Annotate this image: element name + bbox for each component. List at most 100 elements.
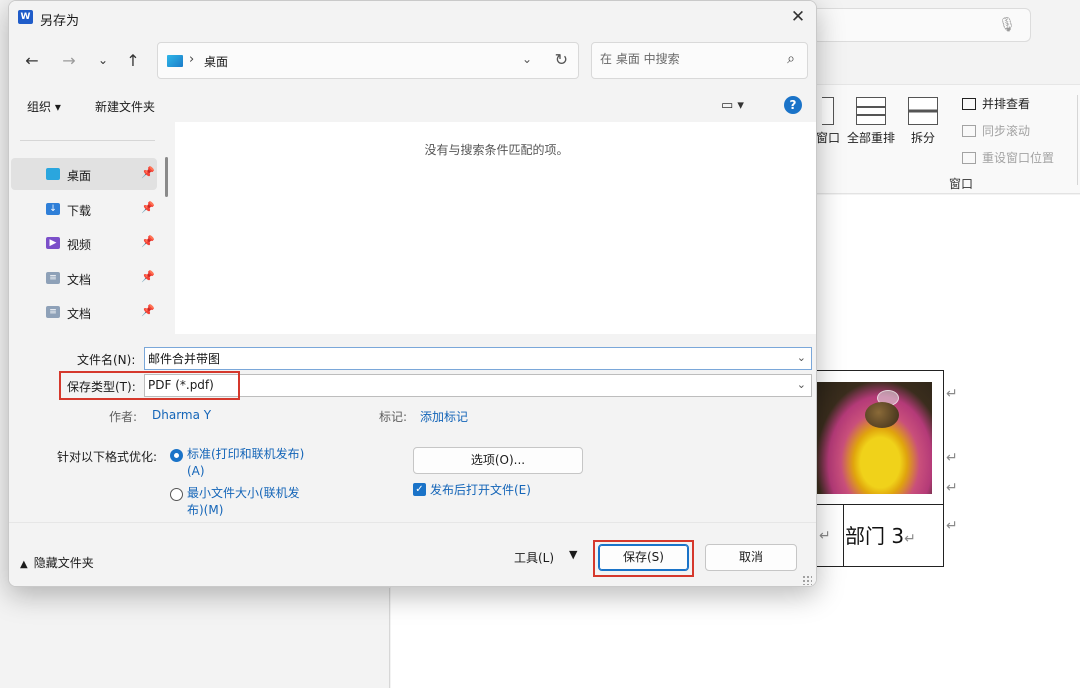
organize-menu[interactable]: 组织 ▾ (27, 98, 61, 115)
dialog-title: 另存为 (40, 14, 80, 29)
tools-menu[interactable]: 工具(L) (514, 549, 554, 566)
author-value[interactable]: Dharma Y (152, 408, 211, 422)
ribbon-group-label: 窗口 (949, 177, 974, 191)
new-folder-button[interactable]: 新建文件夹 (95, 98, 155, 115)
desktop-icon (46, 168, 60, 180)
refresh-icon[interactable]: ↻ (555, 50, 568, 69)
help-icon[interactable]: ? (784, 96, 802, 114)
paragraph-mark-icon: ↵ (946, 480, 958, 496)
recent-locations-chevron-icon[interactable]: ⌄ (93, 53, 113, 67)
desktop-folder-icon (167, 55, 183, 67)
filename-input[interactable] (148, 351, 768, 365)
open-after-publish-checkbox[interactable]: ✓ (413, 483, 426, 496)
address-bar[interactable]: › 桌面 ⌄ ↻ (157, 42, 579, 79)
microphone-icon[interactable]: 🎙 (998, 17, 1016, 33)
pin-icon[interactable]: 📌 (141, 304, 155, 317)
chevron-down-icon[interactable]: ⌄ (797, 378, 806, 391)
table-border (943, 370, 944, 567)
paragraph-mark-icon: ↵ (946, 450, 958, 466)
sidebar-item-5[interactable]: ≡ 文档 📌 (11, 296, 157, 328)
table-border (817, 504, 944, 505)
search-box[interactable]: ⌕ (591, 42, 808, 79)
pin-icon[interactable]: 📌 (141, 235, 155, 248)
ribbon-sync-scroll-button[interactable]: 同步滚动 (962, 122, 1030, 139)
ribbon-split-button[interactable]: 拆分 (905, 97, 941, 146)
view-options-icon[interactable]: ▭ ▾ (721, 98, 744, 113)
chevron-down-icon[interactable]: ⌄ (797, 351, 806, 364)
filename-field[interactable]: ⌄ (144, 347, 812, 370)
cancel-button[interactable]: 取消 (705, 544, 797, 571)
sidebar-item-label: 文档 (67, 272, 92, 287)
dialog-titlebar[interactable]: W 另存为 ✕ (9, 1, 816, 34)
ribbon-new-window-button[interactable]: 窗口 (815, 97, 841, 146)
sidebar-item-4[interactable]: ≡ 文档 📌 (11, 262, 157, 294)
up-arrow-icon[interactable]: ↑ (123, 51, 143, 70)
paragraph-mark-icon: ↵ (946, 386, 958, 402)
save-button[interactable]: 保存(S) (598, 544, 689, 571)
sidebar-item-1[interactable]: 桌面 📌 (11, 158, 157, 190)
sidebar-item-label: 桌面 (67, 169, 92, 183)
ribbon-side-by-side-button[interactable]: 并排查看 (962, 95, 1030, 112)
navigation-pane: 桌面 📌 ↓ 下载 📌 ▶ 视频 📌 ≡ 文档 📌 ≡ 文档 📌 (9, 122, 175, 334)
ribbon-arrange-all-button[interactable]: 全部重排 (845, 97, 897, 146)
radio-minimum-size[interactable] (170, 488, 183, 501)
paragraph-mark-icon: ↵ (904, 531, 916, 547)
resize-grip-icon[interactable] (802, 575, 812, 585)
highlight-box-save-type (59, 371, 240, 400)
back-arrow-icon[interactable]: ← (22, 51, 42, 70)
breadcrumb-separator-icon: › (189, 52, 195, 67)
filename-label: 文件名(N): (77, 353, 136, 367)
window-icon (822, 97, 834, 125)
pin-icon[interactable]: 📌 (141, 201, 155, 214)
sidebar-item-label: 文档 (67, 307, 92, 321)
reset-position-icon (962, 152, 976, 164)
search-input[interactable] (600, 52, 770, 66)
hide-folders-toggle[interactable]: ▲ 隐藏文件夹 (20, 554, 94, 571)
pin-icon[interactable]: 📌 (141, 166, 155, 179)
radio-standard-label[interactable]: 标准(打印和联机发布) (A) (187, 446, 304, 480)
optimize-label: 针对以下格式优化: (57, 450, 158, 464)
options-button[interactable]: 选项(O)... (413, 447, 583, 474)
pin-icon[interactable]: 📌 (141, 270, 155, 283)
tools-dropdown-icon[interactable]: ▼ (569, 548, 577, 561)
navigation-bar: ← → ⌄ ↑ › 桌面 ⌄ ↻ ⌕ (9, 34, 816, 89)
pane-scrollbar[interactable] (165, 157, 168, 197)
forward-arrow-icon[interactable]: → (59, 51, 79, 70)
ribbon-divider (1077, 95, 1078, 185)
add-tags-link[interactable]: 添加标记 (420, 408, 468, 425)
close-button[interactable]: ✕ (780, 1, 816, 34)
command-bar: 组织 ▾ 新建文件夹 ▭ ▾ ? (9, 89, 816, 122)
empty-message: 没有与搜索条件匹配的项。 (424, 143, 569, 157)
radio-standard[interactable] (170, 449, 183, 462)
table-border (817, 370, 944, 371)
ribbon-reset-position-button[interactable]: 重设窗口位置 (962, 149, 1054, 166)
paragraph-mark-icon: ↵ (946, 518, 958, 534)
save-type-select[interactable]: PDF (*.pdf) ⌄ (144, 374, 812, 397)
tags-label: 标记: (379, 410, 408, 424)
side-by-side-icon (962, 98, 976, 110)
arrange-all-icon (856, 97, 886, 125)
radio-minimum-size-label[interactable]: 最小文件大小(联机发 布)(M) (187, 485, 300, 519)
author-label: 作者: (109, 410, 138, 424)
document-icon: ≡ (46, 271, 60, 284)
dialog-footer: ▲ 隐藏文件夹 工具(L) ▼ 保存(S) 取消 (9, 522, 816, 586)
chevron-down-icon[interactable]: ⌄ (522, 52, 532, 66)
paragraph-mark-icon: ↵ (819, 528, 831, 544)
word-left-pane (0, 588, 390, 688)
bee-on-flower-image[interactable] (817, 382, 932, 494)
bee (865, 402, 899, 428)
sidebar-item-2[interactable]: ↓ 下载 📌 (11, 193, 157, 225)
sidebar-item-3[interactable]: ▶ 视频 📌 (11, 227, 157, 259)
download-icon: ↓ (46, 202, 60, 215)
table-border (817, 566, 944, 567)
search-icon[interactable]: ⌕ (787, 51, 795, 67)
word-search-box[interactable]: 🎙 (812, 8, 1031, 42)
sync-scroll-icon (962, 125, 976, 137)
video-icon: ▶ (46, 237, 60, 249)
save-as-dialog: W 另存为 ✕ ← → ⌄ ↑ › 桌面 ⌄ ↻ ⌕ 组织 ▾ 新建文件夹 ▭ … (8, 0, 817, 587)
file-list-area[interactable]: 没有与搜索条件匹配的项。 (175, 122, 816, 334)
sidebar-item-label: 下载 (67, 203, 92, 218)
breadcrumb-desktop[interactable]: 桌面 (204, 53, 228, 70)
open-after-publish-label[interactable]: 发布后打开文件(E) (430, 481, 531, 498)
sidebar-item-label: 视频 (67, 238, 92, 252)
